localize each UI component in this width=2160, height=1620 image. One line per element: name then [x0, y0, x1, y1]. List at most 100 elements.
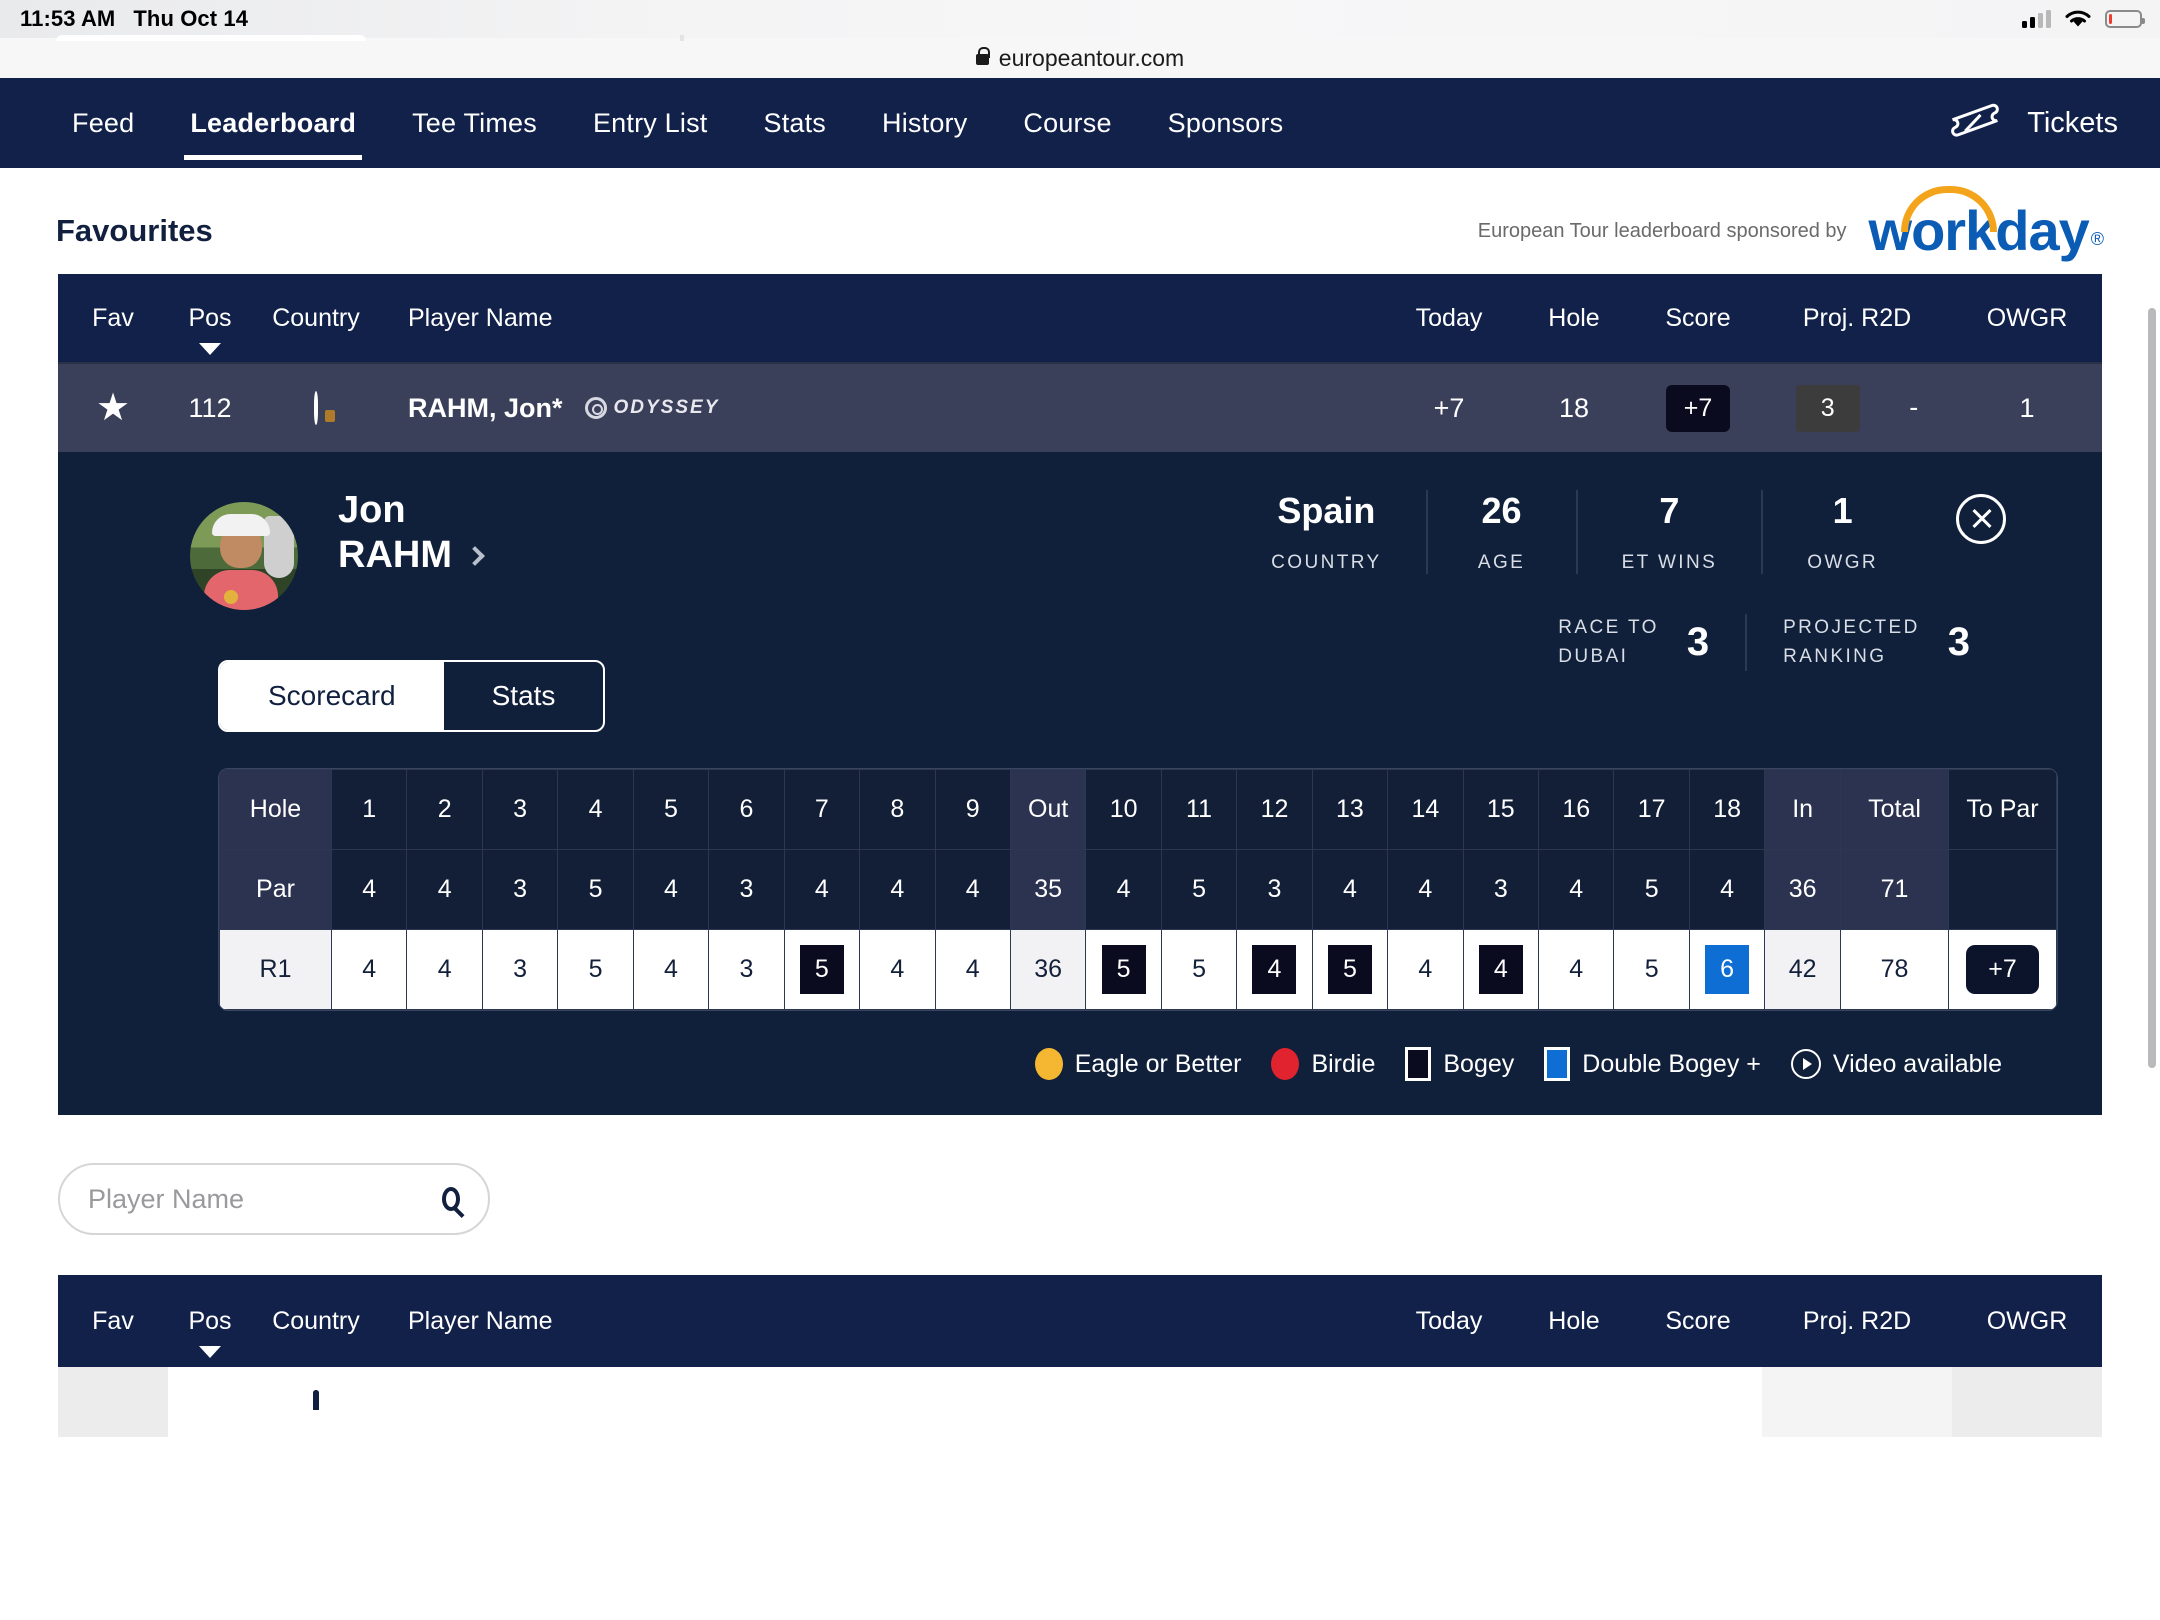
scorecard-r1-value[interactable]: 4	[406, 929, 483, 1011]
legend-label: Eagle or Better	[1074, 1049, 1242, 1078]
scorecard-r1-value[interactable]: 5	[557, 929, 634, 1011]
tab-scorecard[interactable]: Scorecard	[220, 662, 444, 731]
nav-label: History	[882, 107, 968, 138]
legend-eagle: Eagle or Better	[1034, 1048, 1242, 1081]
browser-url-bar[interactable]: europeantour.com	[0, 35, 2160, 78]
scorecard-par-value: 3	[481, 849, 559, 931]
scorecard-r1-value[interactable]: 4	[330, 929, 408, 1011]
column-header-hole[interactable]: Hole	[1514, 304, 1634, 333]
bogey-square-dark-icon	[1405, 1047, 1432, 1082]
scorecard-r1-value[interactable]: 5	[1160, 929, 1238, 1011]
column-header-country-2[interactable]: Country	[252, 1307, 380, 1336]
scorecard-r1-value[interactable]: 6	[1688, 929, 1766, 1011]
nav-item-tee-times[interactable]: Tee Times	[384, 78, 565, 168]
scorecard-r1-value[interactable]: 4	[1537, 929, 1615, 1011]
scorecard-r1-value[interactable]: +7	[1948, 929, 2057, 1011]
column-header-proj-r2d[interactable]: Proj. R2D	[1762, 304, 1952, 333]
scorecard-r1-value[interactable]: 4	[1462, 929, 1540, 1011]
scorecard-r1-value[interactable]: 4	[1236, 929, 1313, 1011]
scorecard-hole-9: 9	[934, 769, 1011, 851]
lock-icon	[975, 47, 991, 65]
scorecard-r1-value[interactable]: 4	[934, 929, 1011, 1011]
column-header-proj-r2d-2[interactable]: Proj. R2D	[1762, 1307, 1952, 1336]
tab-stats[interactable]: Stats	[444, 662, 604, 730]
nav-item-feed[interactable]: Feed	[44, 78, 162, 168]
player-full-name[interactable]: Jon RAHM	[338, 488, 485, 578]
scorecard-r1-value[interactable]: 4	[1387, 929, 1464, 1011]
scorecard-par-value: 4	[1688, 849, 1766, 931]
scorecard-r1-value[interactable]: 36	[1009, 929, 1087, 1011]
proj-r2d-badge: 3	[1795, 384, 1860, 432]
stat-value: 26	[1481, 490, 1522, 532]
player-search-box[interactable]	[58, 1163, 490, 1236]
double-bogey-square-blue-icon	[1544, 1047, 1571, 1082]
spain-flag-icon	[314, 390, 318, 425]
player-name-text: RAHM, Jon*	[408, 392, 563, 423]
column-header-fav[interactable]: Fav	[58, 304, 168, 333]
proj-r2d-dash: -	[1909, 391, 1919, 422]
column-header-fav-2[interactable]: Fav	[58, 1307, 168, 1336]
table-row-partial[interactable]	[58, 1367, 2102, 1438]
partial-fav-cell[interactable]	[58, 1367, 168, 1438]
table-row[interactable]: ★ 112 RAHM, Jon* ODYSSEY +7 18 +7 3 - 1	[58, 362, 2102, 453]
scorecard-r1-value[interactable]: 5	[1085, 929, 1162, 1011]
score-mark-bogey: 4	[1252, 945, 1297, 995]
favourite-star-button[interactable]: ★	[58, 389, 168, 427]
scorecard-r1-value[interactable]: 4	[859, 929, 936, 1011]
column-header-player-name-2[interactable]: Player Name	[380, 1307, 1384, 1336]
nav-item-entry-list[interactable]: Entry List	[565, 78, 736, 168]
star-filled-icon: ★	[95, 387, 131, 430]
column-header-country[interactable]: Country	[252, 304, 380, 333]
scorecard-r1-value[interactable]: 78	[1840, 929, 1949, 1011]
scorecard-r1-value[interactable]: 4	[632, 929, 710, 1011]
column-header-today[interactable]: Today	[1384, 304, 1514, 333]
workday-arc-icon	[1900, 186, 1997, 232]
scorecard-hole-to-par: To Par	[1948, 769, 2057, 851]
nav-item-sponsors[interactable]: Sponsors	[1140, 78, 1312, 168]
scorecard-r1-value[interactable]: 42	[1764, 929, 1841, 1011]
nav-item-leaderboard[interactable]: Leaderboard	[162, 78, 384, 168]
column-header-pos-2-label: Pos	[188, 1306, 232, 1335]
rank-label-line2: RANKING	[1783, 645, 1887, 667]
url-display[interactable]: europeantour.com	[975, 45, 1184, 72]
column-header-owgr[interactable]: OWGR	[1952, 304, 2102, 333]
scorecard-r1-value[interactable]: 5	[1613, 929, 1690, 1011]
scorecard-r1-value[interactable]: 5	[783, 929, 861, 1011]
tickets-button[interactable]: Tickets	[1947, 102, 2118, 144]
column-header-score[interactable]: Score	[1634, 304, 1762, 333]
scorecard-par-value: 4	[1085, 849, 1162, 931]
scorecard-r1-value[interactable]: 3	[481, 929, 559, 1011]
scorecard-hole-14: 14	[1387, 769, 1464, 851]
column-header-player-name[interactable]: Player Name	[380, 304, 1384, 333]
score-mark-topar: +7	[1966, 945, 2039, 995]
nav-item-stats[interactable]: Stats	[735, 78, 854, 168]
score-mark-dbl: 6	[1705, 945, 1750, 995]
scorecard-r1-value[interactable]: 3	[708, 929, 785, 1011]
column-header-score-2[interactable]: Score	[1634, 1307, 1762, 1336]
scorecard-par-value: 3	[1236, 849, 1313, 931]
player-detail-top: Jon RAHM Spain COUNTRY 26 AGE 7 ET WINS …	[58, 452, 2102, 672]
chevron-right-icon[interactable]	[465, 545, 485, 566]
row-today: +7	[1433, 392, 1465, 423]
page-scrollbar[interactable]	[2148, 308, 2156, 1068]
status-bar-time: 11:53 AM	[20, 6, 116, 31]
player-last-name-row: RAHM	[338, 533, 485, 578]
search-input[interactable]	[88, 1183, 442, 1215]
scorecard-hole-10: 10	[1085, 769, 1162, 851]
column-header-hole-2[interactable]: Hole	[1514, 1307, 1634, 1336]
scorecard-r1-value[interactable]: 5	[1311, 929, 1389, 1011]
sponsor-block: European Tour leaderboard sponsored by w…	[1478, 186, 2104, 259]
nav-item-history[interactable]: History	[854, 78, 995, 168]
column-header-today-2[interactable]: Today	[1384, 1307, 1514, 1336]
projected-ranking: PROJECTED RANKING 3	[1745, 614, 2006, 672]
column-header-owgr-2[interactable]: OWGR	[1952, 1307, 2102, 1336]
nav-item-course[interactable]: Course	[995, 78, 1139, 168]
column-header-pos-2[interactable]: Pos	[168, 1306, 252, 1358]
search-icon[interactable]	[442, 1187, 460, 1212]
row-player-name-cell[interactable]: RAHM, Jon* ODYSSEY	[380, 393, 1384, 424]
workday-logo: workday ®	[1869, 186, 2104, 259]
column-header-pos[interactable]: Pos	[168, 304, 252, 355]
stat-value: 7	[1659, 490, 1680, 532]
close-circle-icon[interactable]	[1956, 494, 2006, 545]
scorecard-par-value: 3	[708, 849, 785, 931]
